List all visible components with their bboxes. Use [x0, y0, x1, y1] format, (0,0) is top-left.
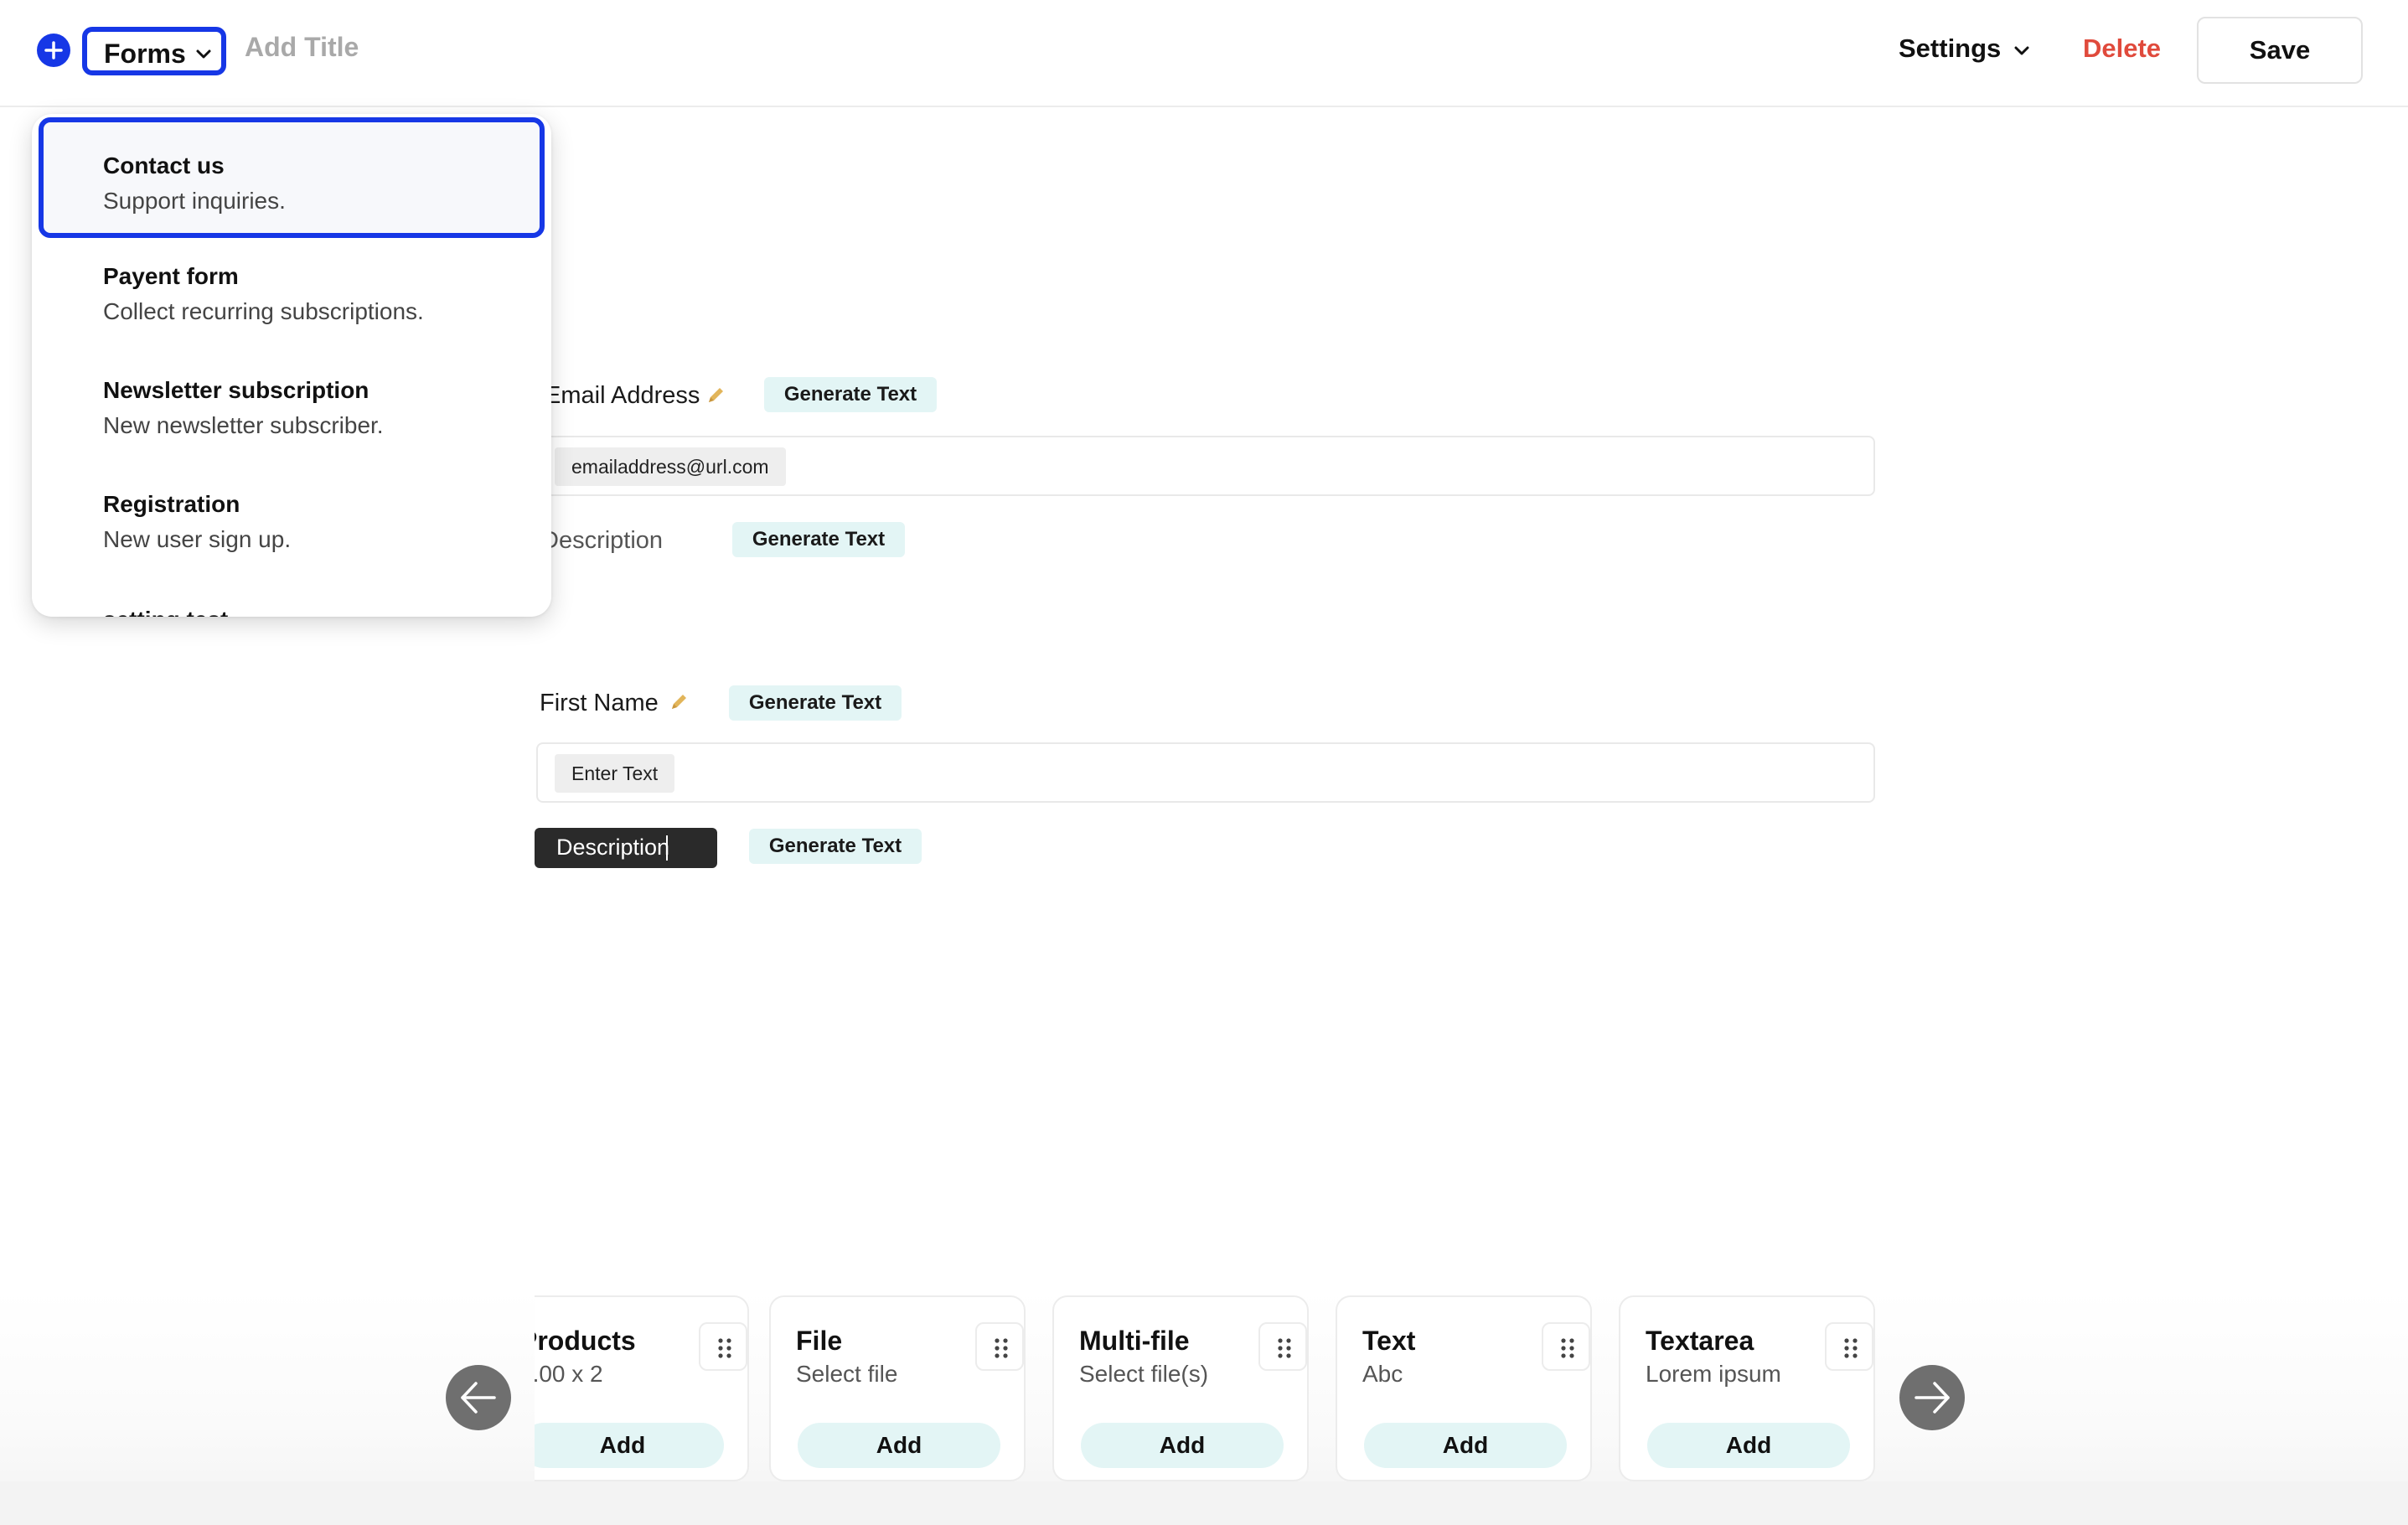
forms-label: Forms — [104, 39, 186, 69]
field-card-multi-file[interactable]: Multi-file Select file(s) Add — [1052, 1295, 1309, 1481]
card-title: Multi-file — [1079, 1326, 1190, 1356]
card-subtitle: 0.00 x 2 — [535, 1361, 603, 1387]
dropdown-item-subtitle: New newsletter subscriber. — [103, 412, 384, 438]
first-name-field[interactable]: Enter Text — [536, 742, 1875, 803]
add-button[interactable]: Add — [1081, 1423, 1284, 1468]
add-button[interactable]: Add — [535, 1423, 724, 1468]
card-subtitle: Lorem ipsum — [1646, 1361, 1781, 1387]
text-cursor — [666, 835, 668, 861]
dropdown-item-setting-test[interactable]: setting test — [32, 590, 551, 617]
add-button[interactable]: Add — [1364, 1423, 1567, 1468]
dropdown-item-registration[interactable]: Registration New user sign up. — [32, 476, 551, 590]
field-label-first-name[interactable]: First Name — [540, 690, 659, 717]
drag-handle[interactable] — [1825, 1322, 1873, 1371]
plus-icon — [44, 41, 63, 59]
description-text: Description — [556, 835, 670, 860]
field-card-file[interactable]: File Select file Add — [769, 1295, 1026, 1481]
pencil-icon[interactable] — [704, 384, 727, 407]
drag-handle-icon — [995, 1338, 1008, 1358]
card-subtitle: Select file — [796, 1361, 898, 1387]
field-card-textarea[interactable]: Textarea Lorem ipsum Add — [1619, 1295, 1875, 1481]
drag-handle[interactable] — [1258, 1322, 1307, 1371]
card-title: File — [796, 1326, 843, 1356]
generate-text-button[interactable]: Generate Text — [764, 377, 937, 412]
delete-button[interactable]: Delete — [2083, 34, 2161, 64]
field-card-products[interactable]: Products 0.00 x 2 Add — [535, 1295, 749, 1481]
save-button[interactable]: Save — [2197, 17, 2363, 84]
card-title: Textarea — [1646, 1326, 1754, 1356]
add-button[interactable]: Add — [798, 1423, 1000, 1468]
forms-dropdown-button[interactable]: Forms — [82, 27, 226, 75]
dropdown-item-subtitle: Support inquiries. — [103, 188, 286, 214]
pencil-icon[interactable] — [667, 690, 690, 714]
field-label-email[interactable]: Email Address — [545, 382, 700, 410]
generate-text-button[interactable]: Generate Text — [729, 685, 902, 721]
drag-handle-icon — [1278, 1338, 1291, 1358]
drag-handle-icon — [1844, 1338, 1858, 1358]
field-palette-carousel: Products 0.00 x 2 Add File Select file A… — [535, 1290, 1875, 1491]
add-form-button[interactable] — [37, 34, 70, 67]
drag-handle[interactable] — [1542, 1322, 1590, 1371]
carousel-prev-button[interactable] — [446, 1365, 511, 1430]
chevron-down-icon — [2014, 46, 2029, 55]
field-card-text[interactable]: Text Abc Add — [1336, 1295, 1592, 1481]
dropdown-item-title: Registration — [103, 491, 240, 517]
dropdown-item-title: Payent form — [103, 263, 239, 289]
arrow-right-icon — [1915, 1382, 1950, 1414]
drag-handle-icon — [1561, 1338, 1574, 1358]
description-field[interactable]: Description — [541, 527, 663, 555]
save-label: Save — [2249, 35, 2311, 65]
dropdown-item-title: setting test — [103, 607, 228, 617]
email-field-value: emailaddress@url.com — [555, 447, 786, 486]
add-title-input[interactable]: Add Title — [245, 32, 359, 63]
dropdown-item-payment-form[interactable]: Payent form Collect recurring subscripti… — [32, 248, 551, 362]
card-title: Products — [535, 1326, 636, 1356]
forms-dropdown-menu: Contact us Support inquiries. Payent for… — [32, 114, 551, 617]
generate-text-button[interactable]: Generate Text — [749, 829, 922, 864]
chevron-down-icon — [196, 49, 211, 59]
card-title: Text — [1362, 1326, 1416, 1356]
dropdown-item-title: Contact us — [103, 152, 225, 178]
settings-label: Settings — [1899, 34, 2002, 63]
dropdown-item-contact-us[interactable]: Contact us Support inquiries. — [39, 117, 545, 238]
dropdown-item-subtitle: Collect recurring subscriptions. — [103, 298, 424, 324]
drag-handle[interactable] — [699, 1322, 747, 1371]
first-name-field-value: Enter Text — [555, 754, 675, 793]
drag-handle[interactable] — [975, 1322, 1024, 1371]
generate-text-button[interactable]: Generate Text — [732, 522, 905, 557]
dropdown-item-title: Newsletter subscription — [103, 377, 369, 403]
drag-handle-icon — [718, 1338, 731, 1358]
top-bar: Forms Add Title Settings Delete Save — [0, 0, 2408, 107]
dropdown-item-subtitle: New user sign up. — [103, 526, 292, 552]
card-subtitle: Select file(s) — [1079, 1361, 1209, 1387]
arrow-left-icon — [461, 1382, 496, 1414]
description-field-active[interactable]: Description — [535, 828, 717, 868]
carousel-next-button[interactable] — [1899, 1365, 1965, 1430]
dropdown-item-newsletter[interactable]: Newsletter subscription New newsletter s… — [32, 362, 551, 476]
add-button[interactable]: Add — [1647, 1423, 1850, 1468]
email-field[interactable]: emailaddress@url.com — [536, 436, 1875, 496]
card-subtitle: Abc — [1362, 1361, 1403, 1387]
